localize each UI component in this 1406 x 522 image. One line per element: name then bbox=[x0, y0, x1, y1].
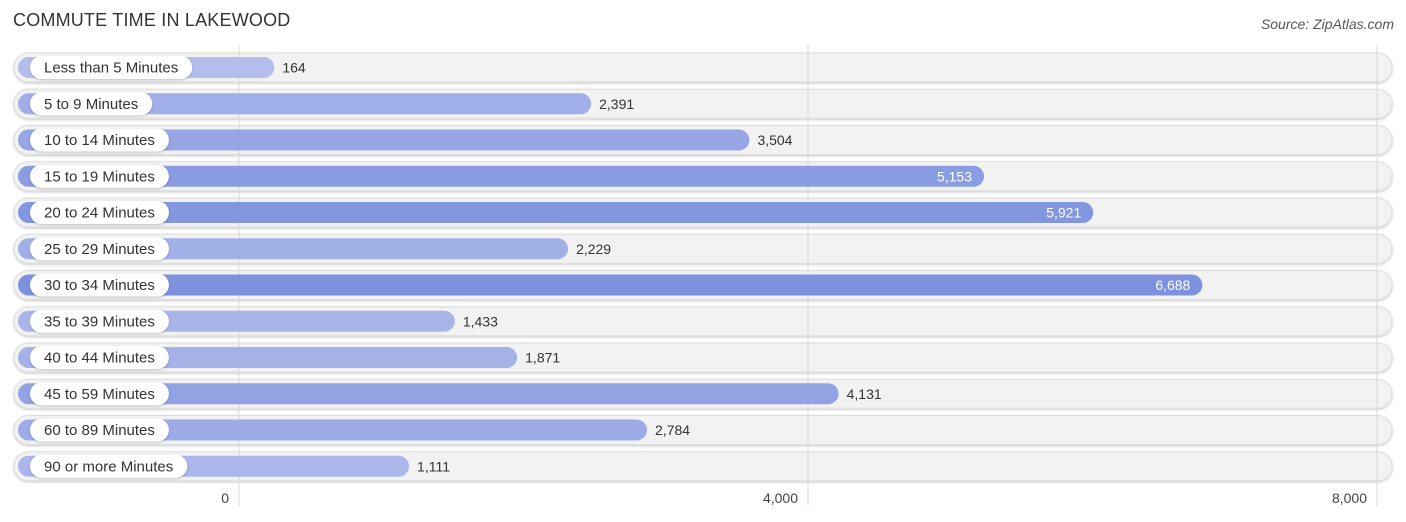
bar-row: 40 to 44 Minutes 1,871 bbox=[18, 346, 560, 369]
bar-row: 20 to 24 Minutes 5,921 bbox=[18, 201, 1094, 224]
x-tick-label: 8,000 bbox=[1332, 490, 1367, 506]
category-label: 10 to 14 Minutes bbox=[44, 132, 155, 149]
bar-row: 5 to 9 Minutes 2,391 bbox=[18, 92, 634, 116]
x-tick-label: 0 bbox=[221, 490, 229, 506]
value-label: 4,131 bbox=[847, 386, 882, 402]
category-label: 5 to 9 Minutes bbox=[44, 96, 138, 113]
bar-row: 10 to 14 Minutes 3,504 bbox=[18, 128, 793, 152]
bar-row: 60 to 89 Minutes 2,784 bbox=[18, 418, 690, 442]
value-label: 1,111 bbox=[417, 458, 450, 474]
value-label: 5,153 bbox=[937, 168, 972, 184]
bar-row: 15 to 19 Minutes 5,153 bbox=[18, 164, 985, 188]
bar bbox=[18, 274, 1203, 296]
value-label: 1,871 bbox=[525, 350, 560, 366]
category-label: 35 to 39 Minutes bbox=[44, 313, 155, 330]
bar-row: 25 to 29 Minutes 2,229 bbox=[18, 237, 611, 261]
value-label: 5,921 bbox=[1046, 205, 1081, 221]
value-label: 2,784 bbox=[655, 422, 690, 438]
category-label: Less than 5 Minutes bbox=[44, 60, 178, 77]
category-label: 45 to 59 Minutes bbox=[44, 386, 155, 403]
category-label: 25 to 29 Minutes bbox=[44, 241, 155, 258]
value-label: 3,504 bbox=[757, 132, 792, 148]
bar-row: 35 to 39 Minutes 1,433 bbox=[18, 309, 498, 333]
value-label: 6,688 bbox=[1155, 277, 1190, 293]
value-label: 2,229 bbox=[576, 241, 611, 257]
category-label: 90 or more Minutes bbox=[44, 458, 173, 475]
value-label: 2,391 bbox=[599, 96, 634, 112]
bar-row: 45 to 59 Minutes 4,131 bbox=[18, 382, 882, 406]
category-label: 40 to 44 Minutes bbox=[44, 350, 155, 367]
bar bbox=[18, 202, 1094, 223]
category-label: 20 to 24 Minutes bbox=[44, 205, 155, 222]
x-tick-label: 4,000 bbox=[763, 490, 798, 506]
bar-chart: Less than 5 Minutes 164 5 to 9 Minutes 2,39… bbox=[13, 45, 1393, 506]
value-label: 1,433 bbox=[463, 313, 498, 329]
value-label: 164 bbox=[282, 60, 306, 76]
bar-row: 30 to 34 Minutes 6,688 bbox=[18, 273, 1203, 297]
category-label: 30 to 34 Minutes bbox=[44, 277, 155, 294]
category-label: 60 to 89 Minutes bbox=[44, 422, 155, 439]
bar-row: Less than 5 Minutes 164 bbox=[18, 56, 306, 79]
bar-row: 90 or more Minutes 1,111 bbox=[18, 454, 450, 478]
category-label: 15 to 19 Minutes bbox=[44, 168, 155, 185]
